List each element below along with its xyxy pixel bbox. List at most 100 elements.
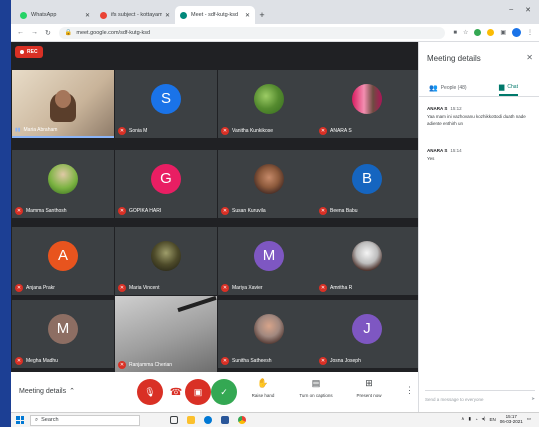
- participant-tile[interactable]: ✕ Susan Kuruvila: [218, 150, 320, 218]
- camera-icon[interactable]: ■: [453, 30, 457, 36]
- participant-tile[interactable]: ✕ Mamma Santhosh: [12, 150, 114, 218]
- chat-input[interactable]: Send a message to everyone ➤: [425, 390, 535, 404]
- avatar: [151, 240, 181, 271]
- extension-check-button[interactable]: ✓: [211, 379, 237, 405]
- raise-hand-button[interactable]: ✋ Raise hand: [241, 378, 285, 398]
- avatar: A: [48, 240, 78, 271]
- participant-tile[interactable]: G ✕ GOPIKA HARI: [115, 150, 217, 218]
- notification-icon[interactable]: ▭: [527, 416, 531, 422]
- new-tab-button[interactable]: +: [255, 6, 269, 24]
- mic-toggle-button[interactable]: 🎙: [137, 379, 163, 405]
- tab-gmail[interactable]: ifs subject - kottayam@edu - Gmail ✕: [95, 6, 175, 24]
- edge-icon[interactable]: [204, 416, 212, 424]
- chevron-up-icon: ⌃: [69, 388, 75, 395]
- participant-tile[interactable]: B ✕ Beena Babu: [316, 150, 418, 218]
- captions-button[interactable]: ▤ Turn on captions: [294, 378, 338, 398]
- participant-tile[interactable]: J ✕ Josna Joseph: [316, 300, 418, 368]
- url-text: meet.google.com/sdf-kutg-ksd: [76, 29, 151, 36]
- star-icon[interactable]: ☆: [463, 29, 468, 36]
- extension-icon[interactable]: [474, 29, 482, 36]
- back-icon[interactable]: ←: [17, 29, 24, 37]
- windows-start-icon[interactable]: [16, 416, 24, 424]
- minimize-button[interactable]: –: [509, 6, 513, 14]
- word-icon[interactable]: [221, 416, 229, 424]
- captions-label: Turn on captions: [299, 393, 333, 398]
- participant-tile[interactable]: M ✕ Megha Madhu: [12, 300, 114, 368]
- chevron-up-icon[interactable]: ∧: [461, 416, 464, 422]
- file-explorer-icon[interactable]: [187, 416, 195, 424]
- mic-active-icon: ▮▮: [15, 127, 21, 133]
- tab-whatsapp[interactable]: WhatsApp ✕: [15, 6, 95, 24]
- close-icon[interactable]: ✕: [526, 53, 533, 62]
- participant-tile[interactable]: ✕ Maria Vincent: [115, 227, 217, 295]
- tab-meet[interactable]: Meet - sdf-kutg-ksd ✕: [175, 6, 255, 24]
- send-icon[interactable]: ➤: [531, 396, 535, 402]
- chat-icon: ▆: [499, 84, 505, 91]
- battery-icon[interactable]: ▮: [468, 416, 470, 422]
- present-icon: ⊞: [365, 378, 373, 388]
- profile-avatar[interactable]: [512, 28, 521, 37]
- task-view-icon[interactable]: [170, 416, 178, 424]
- participant-name: Ranjamma Cherian: [129, 362, 173, 368]
- close-window-button[interactable]: ✕: [525, 6, 531, 14]
- participant-tile[interactable]: ▮▮ Maria Abraham: [12, 70, 114, 138]
- participant-tile[interactable]: S ✕ Sonia M: [115, 70, 217, 138]
- puzzle-icon[interactable]: ▣: [500, 29, 506, 36]
- menu-icon[interactable]: ⋮: [527, 29, 533, 36]
- participant-name: Mamma Santhosh: [26, 208, 67, 214]
- meeting-controls-bar: Meeting details ⌃ 🎙 ☎ ▣ ✓ ✋ Raise hand ▤…: [11, 372, 418, 412]
- close-icon[interactable]: ✕: [85, 12, 90, 19]
- message-time: 15:14: [450, 148, 462, 153]
- mic-off-icon: ✕: [319, 357, 327, 365]
- url-field[interactable]: 🔒 meet.google.com/sdf-kutg-ksd: [58, 26, 446, 39]
- more-options-icon[interactable]: ⋮: [405, 385, 414, 396]
- avatar: [254, 83, 284, 114]
- address-bar: ← → ↻ 🔒 meet.google.com/sdf-kutg-ksd ■ ☆…: [11, 24, 539, 42]
- participant-tile[interactable]: ✕ Amritha R: [316, 227, 418, 295]
- participant-face: [55, 90, 71, 108]
- meeting-details-button[interactable]: Meeting details ⌃: [19, 387, 75, 396]
- tab-chat[interactable]: ▆ Chat: [499, 80, 518, 96]
- participant-tile[interactable]: A ✕ Anjana Prakr: [12, 227, 114, 295]
- participant-name: Sunitha Satheesh: [232, 358, 272, 364]
- mic-off-icon: ✕: [118, 361, 126, 369]
- participant-name-label: ✕ Megha Madhu: [15, 357, 58, 365]
- participant-name-label: ✕ Beena Babu: [319, 207, 358, 215]
- language-icon[interactable]: EN: [489, 417, 495, 422]
- mic-off-icon: ✕: [15, 357, 23, 365]
- participant-name-label: ✕ Sunitha Satheesh: [221, 357, 271, 365]
- mic-off-icon: ✕: [319, 127, 327, 135]
- extension-icon[interactable]: [487, 29, 495, 36]
- clock[interactable]: 15:17 06-03-2021: [500, 414, 523, 424]
- present-button[interactable]: ⊞ Present now: [347, 378, 391, 398]
- mic-off-icon: ✕: [118, 284, 126, 292]
- participant-tile[interactable]: ✕ Vanitha Kunkikose: [218, 70, 320, 138]
- participant-tile[interactable]: ✕ ANARA S: [316, 70, 418, 138]
- people-tab-label: People (48): [440, 85, 467, 91]
- chrome-icon[interactable]: [238, 416, 246, 424]
- taskbar-search-input[interactable]: ⌕ Search: [30, 414, 140, 426]
- message-text: Yaa mam ini vazhovanu kozhikkottodi duat…: [427, 114, 526, 126]
- participant-name: Beena Babu: [330, 208, 358, 214]
- close-icon[interactable]: ✕: [245, 12, 250, 19]
- participant-tile[interactable]: M ✕ Mariya Xavier: [218, 227, 320, 295]
- participant-tile[interactable]: ✕ Ranjamma Cherian: [115, 296, 217, 372]
- avatar: [352, 83, 382, 114]
- participant-tile[interactable]: ✕ Sunitha Satheesh: [218, 300, 320, 368]
- reload-icon[interactable]: ↻: [45, 29, 51, 37]
- captions-icon: ▤: [311, 378, 321, 388]
- network-icon[interactable]: ◔: [475, 417, 478, 422]
- mic-off-icon: ✕: [118, 207, 126, 215]
- forward-icon[interactable]: →: [31, 29, 38, 37]
- avatar: B: [352, 163, 382, 194]
- close-icon[interactable]: ✕: [165, 12, 170, 19]
- left-edge-strip: [0, 0, 11, 427]
- participant-name: Vanitha Kunkikose: [232, 128, 274, 134]
- raise-hand-label: Raise hand: [251, 393, 275, 398]
- recording-badge: REC: [15, 46, 43, 58]
- hand-icon: ✋: [257, 378, 269, 388]
- system-tray: ∧ ▮ ◔ ◂) EN 15:17 06-03-2021 ▭: [461, 414, 531, 424]
- camera-toggle-button[interactable]: ▣: [185, 379, 211, 405]
- tab-people[interactable]: 👥 People (48): [429, 80, 467, 96]
- volume-icon[interactable]: ◂): [482, 416, 486, 422]
